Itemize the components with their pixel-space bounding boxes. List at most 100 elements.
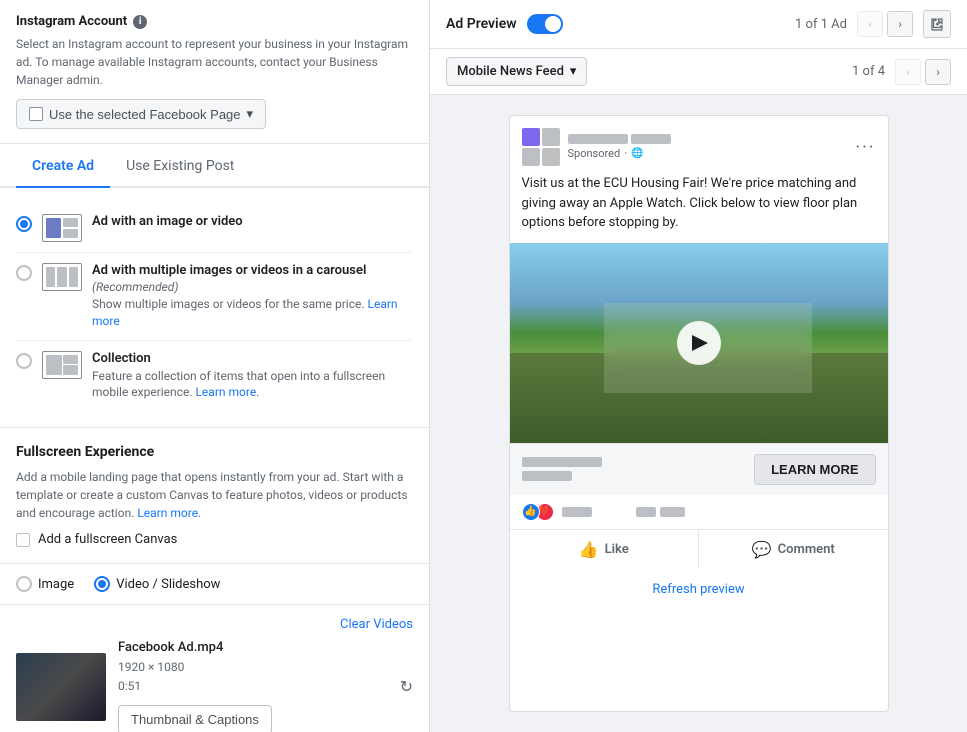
like-icon: 👍 — [579, 540, 599, 559]
radio-content-carousel: Ad with multiple images or videos in a c… — [92, 263, 413, 330]
carousel-desc-text: Show multiple images or videos for the s… — [92, 297, 365, 311]
ad-card: Sponsored · 🌐 ··· Visit us at the ECU Ho… — [509, 115, 889, 712]
radio-desc-carousel: Show multiple images or videos for the s… — [92, 296, 413, 330]
ad-preview-bar: Ad Preview 1 of 1 Ad ‹ › — [430, 0, 967, 49]
use-facebook-page-button[interactable]: Use the selected Facebook Page ▾ — [16, 99, 266, 129]
radio-label-carousel: Ad with multiple images or videos in a c… — [92, 263, 413, 278]
tab-use-existing[interactable]: Use Existing Post — [110, 144, 250, 186]
placement-label: Mobile News Feed — [457, 64, 564, 79]
fullscreen-title: Fullscreen Experience — [16, 444, 413, 460]
clear-videos-row: Clear Videos — [16, 617, 413, 632]
videos-section: Clear Videos Facebook Ad.mp4 1920 × 1080… — [0, 604, 429, 732]
refresh-preview-link[interactable]: Refresh preview — [652, 582, 744, 597]
instagram-description: Select an Instagram account to represent… — [16, 35, 413, 89]
right-panel: Ad Preview 1 of 1 Ad ‹ › Mobile News Fee… — [430, 0, 967, 732]
format-video-radio[interactable] — [94, 576, 110, 592]
ad-actions: 👍 Like 💬 Comment — [510, 529, 888, 569]
chevron-down-icon: ▾ — [247, 106, 254, 122]
tab-use-existing-label: Use Existing Post — [126, 158, 234, 174]
format-image[interactable]: Image — [16, 576, 74, 592]
video-info: Facebook Ad.mp4 1920 × 1080 0:51 Thumbna… — [118, 640, 388, 732]
fullscreen-desc: Add a mobile landing page that opens ins… — [16, 468, 413, 522]
radio-carousel[interactable] — [16, 265, 32, 281]
fullscreen-section: Fullscreen Experience Add a mobile landi… — [0, 427, 429, 563]
cta-info — [522, 457, 602, 481]
preview-content: Sponsored · 🌐 ··· Visit us at the ECU Ho… — [430, 95, 967, 732]
sponsored-text: Sponsored — [568, 147, 621, 160]
sponsored-dot: · — [624, 147, 627, 160]
more-options-icon[interactable]: ··· — [855, 137, 875, 158]
ad-options: Ad with an image or video Ad with multip… — [0, 188, 429, 427]
video-dimensions: 1920 × 1080 — [118, 658, 388, 677]
like-label: Like — [605, 542, 629, 557]
radio-content-collection: Collection Feature a collection of items… — [92, 351, 413, 402]
format-video[interactable]: Video / Slideshow — [94, 576, 220, 592]
fullscreen-checkbox[interactable] — [16, 533, 30, 547]
instagram-title: Instagram Account i — [16, 14, 413, 29]
play-triangle — [692, 335, 708, 351]
placement-next-button[interactable]: › — [925, 59, 951, 85]
collection-learn-more[interactable]: Learn more. — [195, 385, 259, 399]
ad-type-carousel[interactable]: Ad with multiple images or videos in a c… — [16, 253, 413, 341]
placement-counter: 1 of 4 — [852, 64, 885, 79]
preview-nav: ‹ › — [857, 11, 913, 37]
ad-video[interactable] — [510, 243, 888, 443]
fullscreen-checkbox-row: Add a fullscreen Canvas — [16, 532, 413, 547]
cta-placeholder-row — [522, 457, 602, 467]
preview-toggle[interactable] — [527, 14, 563, 34]
ad-post-text: Visit us at the ECU Housing Fair! We're … — [510, 174, 888, 243]
comment-label: Comment — [778, 542, 835, 557]
toggle-thumb — [545, 16, 561, 32]
radio-label-collection: Collection — [92, 351, 413, 366]
sponsored-row: Sponsored · 🌐 — [568, 147, 671, 160]
radio-image-video[interactable] — [16, 216, 32, 232]
fullscreen-desc-text: Add a mobile landing page that opens ins… — [16, 470, 408, 520]
video-thumb-image — [16, 653, 106, 721]
placement-prev-button[interactable]: ‹ — [895, 59, 921, 85]
reaction-icons: 👍 ❤️ — [522, 503, 554, 521]
placement-chevron-icon: ▾ — [570, 64, 577, 79]
video-duration: 0:51 — [118, 677, 388, 696]
tabs-row: Create Ad Use Existing Post — [0, 144, 429, 188]
info-icon[interactable]: i — [133, 15, 147, 29]
placement-select[interactable]: Mobile News Feed ▾ — [446, 57, 587, 86]
ad-identity: Sponsored · 🌐 — [522, 128, 671, 166]
radio-collection[interactable] — [16, 353, 32, 369]
fullscreen-learn-more[interactable]: Learn more. — [137, 506, 201, 520]
ad-name-row: Sponsored · 🌐 — [568, 134, 671, 160]
play-button[interactable] — [677, 321, 721, 365]
instagram-title-text: Instagram Account — [16, 14, 127, 29]
fb-page-label: Use the selected Facebook Page — [49, 107, 241, 122]
format-image-radio[interactable] — [16, 576, 32, 592]
refresh-preview: Refresh preview — [510, 569, 888, 609]
radio-desc-collection: Feature a collection of items that open … — [92, 368, 413, 402]
thumbnail-captions-button[interactable]: Thumbnail & Captions — [118, 705, 272, 732]
like-button[interactable]: 👍 Like — [510, 530, 700, 569]
preview-next-button[interactable]: › — [887, 11, 913, 37]
video-play-overlay — [510, 243, 888, 443]
clear-videos-link[interactable]: Clear Videos — [340, 617, 413, 632]
ad-type-collection[interactable]: Collection Feature a collection of items… — [16, 341, 413, 412]
refresh-icon[interactable]: ↻ — [400, 677, 413, 696]
ad-avatar — [522, 128, 560, 166]
ad-icon-single — [42, 214, 82, 242]
reactions-count-blocks — [562, 507, 685, 517]
ad-type-group: Ad with an image or video Ad with multip… — [16, 204, 413, 411]
cta-button[interactable]: LEARN MORE — [754, 454, 875, 485]
radio-sublabel-carousel: (Recommended) — [92, 280, 413, 294]
radio-content-image-video: Ad with an image or video — [92, 214, 413, 231]
format-section: Image Video / Slideshow — [0, 563, 429, 604]
checkbox-icon — [29, 107, 43, 121]
preview-label: Ad Preview — [446, 16, 517, 32]
ad-type-image-video[interactable]: Ad with an image or video — [16, 204, 413, 253]
ad-icon-carousel — [42, 263, 82, 291]
comment-button[interactable]: 💬 Comment — [699, 530, 888, 569]
format-image-label: Image — [38, 577, 74, 592]
comment-icon: 💬 — [752, 540, 772, 559]
external-link-icon[interactable] — [923, 10, 951, 38]
format-video-label: Video / Slideshow — [116, 577, 220, 592]
preview-prev-button[interactable]: ‹ — [857, 11, 883, 37]
tab-create-ad[interactable]: Create Ad — [16, 144, 110, 186]
ad-reactions: 👍 ❤️ — [510, 495, 888, 529]
ad-header: Sponsored · 🌐 ··· — [510, 116, 888, 174]
